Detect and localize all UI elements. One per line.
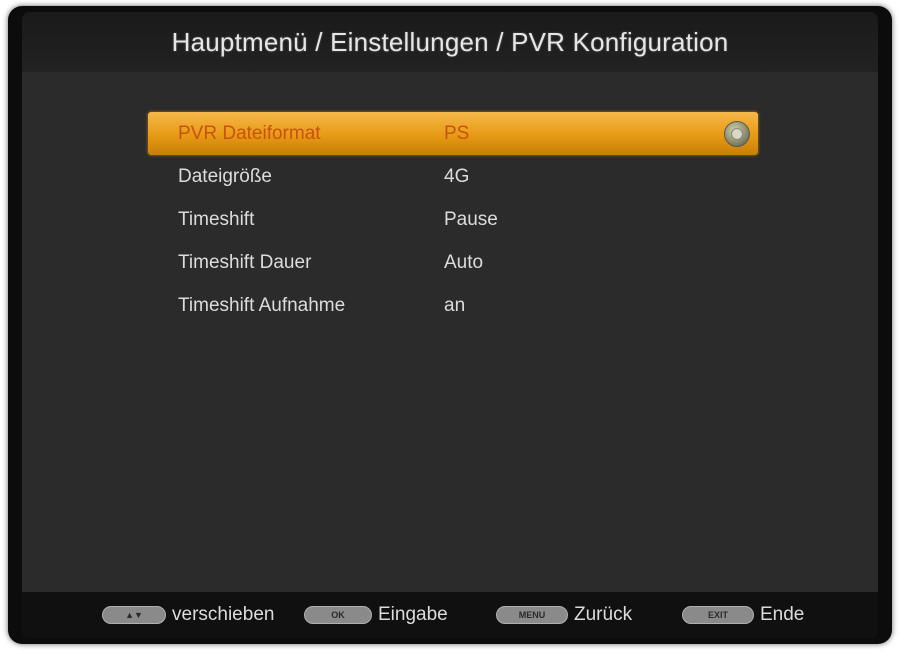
- menu-item-label: Timeshift Aufnahme: [178, 294, 346, 316]
- hint-label: Ende: [760, 604, 805, 625]
- menu-item-label: Dateigröße: [178, 165, 272, 187]
- menu-item-timeshift-dauer[interactable]: Timeshift Dauer Auto: [148, 241, 758, 284]
- menu-item-label: PVR Dateiformat: [178, 122, 321, 144]
- menu-item-label: Timeshift: [178, 208, 255, 230]
- hint-back: MENU Zurück: [496, 604, 632, 626]
- page-title: Hauptmenü / Einstellungen / PVR Konfigur…: [171, 26, 729, 57]
- title-bar: Hauptmenü / Einstellungen / PVR Konfigur…: [22, 12, 878, 72]
- menu-key-icon: MENU: [496, 606, 568, 624]
- hint-label: verschieben: [172, 604, 275, 625]
- menu-item-value: an: [444, 294, 466, 316]
- menu-item-label: Timeshift Dauer: [178, 251, 312, 273]
- hint-exit: EXIT Ende: [682, 604, 804, 626]
- footer-hint-bar: ▲▼ verschieben OK Eingabe MENU Zurück EX…: [22, 592, 878, 638]
- exit-key-icon: EXIT: [682, 606, 754, 624]
- menu-item-pvr-dateiformat[interactable]: PVR Dateiformat PS: [148, 112, 758, 155]
- hint-enter: OK Eingabe: [304, 604, 448, 626]
- hint-label: Eingabe: [378, 604, 448, 625]
- settings-menu: PVR Dateiformat PS Dateigröße 4G Timeshi…: [148, 112, 758, 327]
- menu-item-dateigroesse[interactable]: Dateigröße 4G: [148, 155, 758, 198]
- menu-item-timeshift-aufnahme[interactable]: Timeshift Aufnahme an: [148, 284, 758, 327]
- up-down-key-icon: ▲▼: [102, 606, 166, 624]
- pvr-config-screen: Hauptmenü / Einstellungen / PVR Konfigur…: [22, 12, 878, 638]
- hint-move: ▲▼ verschieben: [102, 604, 274, 626]
- menu-item-value: Auto: [444, 251, 484, 273]
- hint-label: Zurück: [574, 604, 633, 625]
- ok-button-icon: [724, 121, 750, 147]
- menu-item-timeshift[interactable]: Timeshift Pause: [148, 198, 758, 241]
- menu-item-value: PS: [444, 122, 470, 144]
- menu-item-value: Pause: [444, 208, 498, 230]
- menu-item-value: 4G: [444, 165, 470, 187]
- ok-key-icon: OK: [304, 606, 372, 624]
